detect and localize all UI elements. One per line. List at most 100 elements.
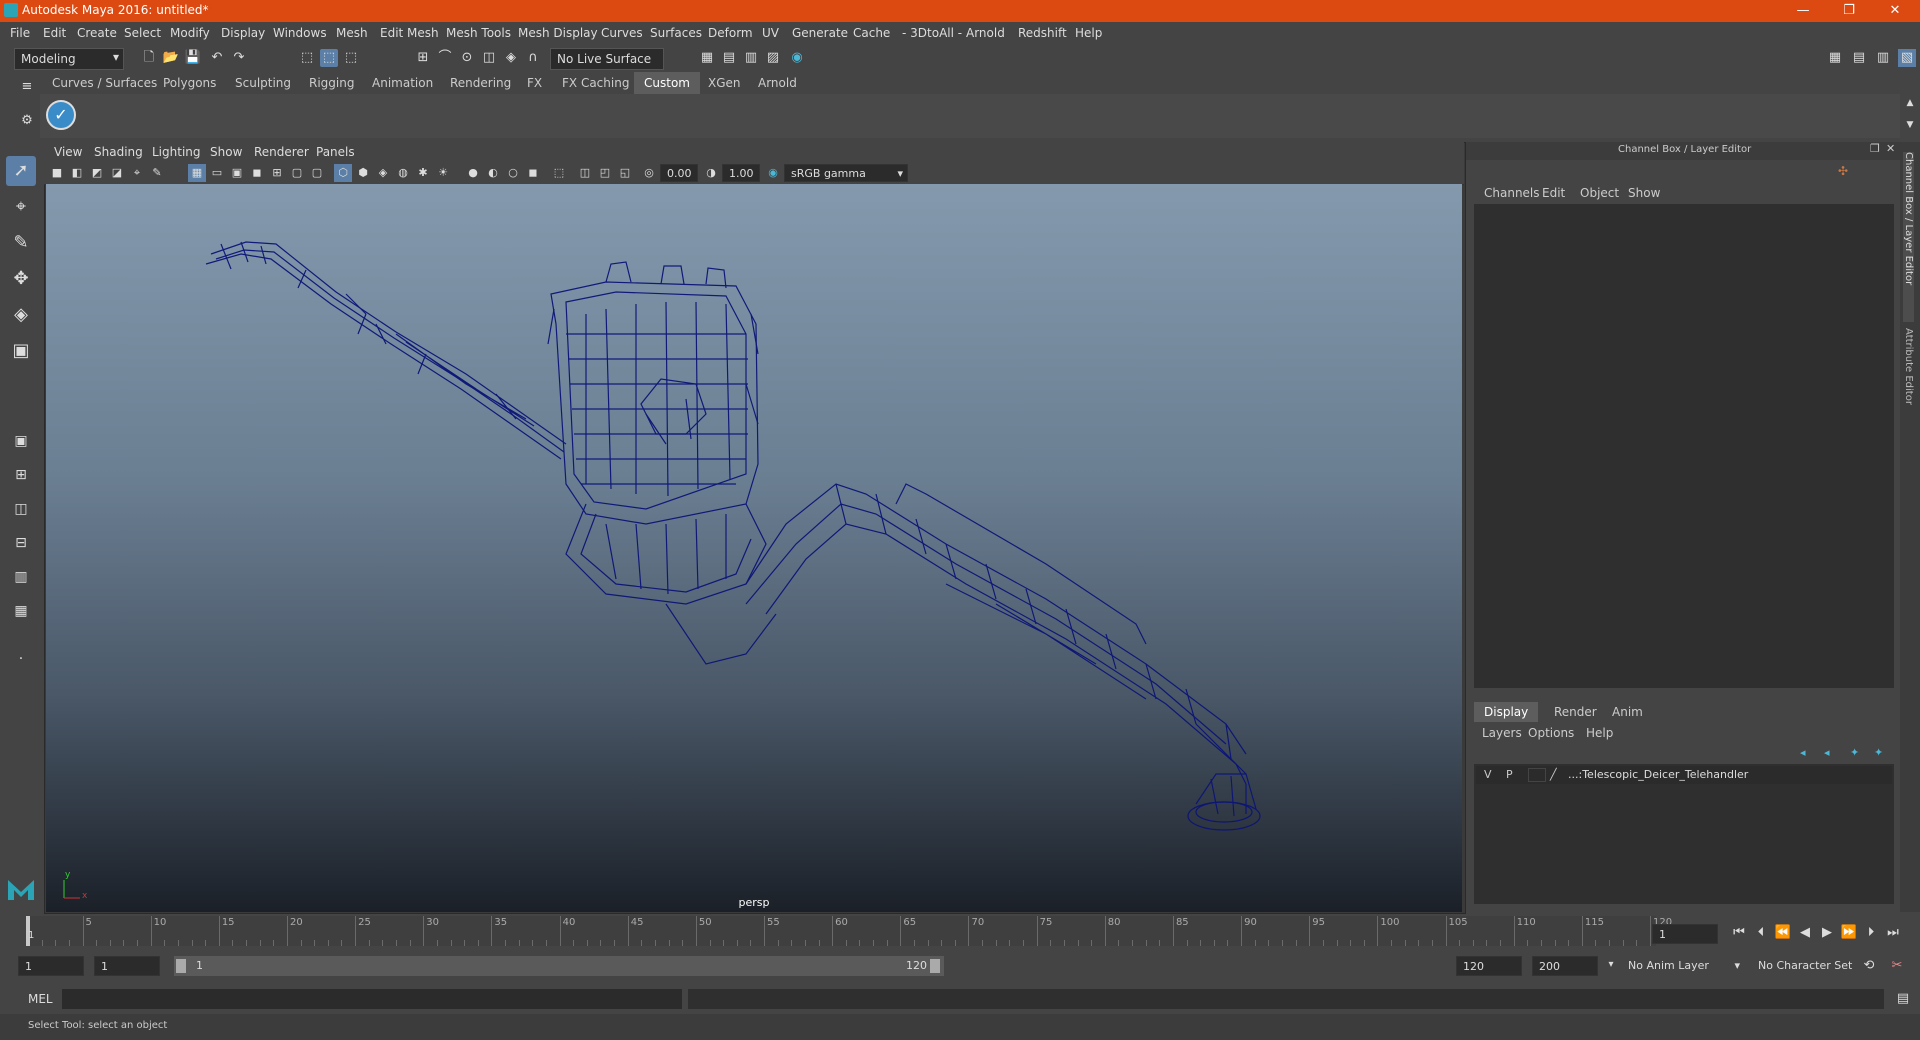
motion-blur-icon[interactable]: ◐ <box>484 164 502 182</box>
render-frame-icon[interactable]: ▤ <box>720 49 738 67</box>
layout-options-icon[interactable]: · <box>6 644 36 674</box>
step-back-key-icon[interactable]: ⏪ <box>1774 924 1792 942</box>
tab-fx-caching[interactable]: FX Caching <box>552 72 639 94</box>
layer-display-type[interactable] <box>1528 768 1546 782</box>
menu-display[interactable]: Display <box>221 26 265 40</box>
go-to-start-icon[interactable]: ⏮ <box>1730 924 1748 942</box>
layer-playback-toggle[interactable]: P <box>1506 768 1513 781</box>
menu-modify[interactable]: Modify <box>170 26 210 40</box>
step-back-icon[interactable]: ⏴ <box>1752 924 1770 942</box>
camera-select-icon[interactable]: ■ <box>48 164 66 182</box>
menu-mesh[interactable]: Mesh <box>336 26 368 40</box>
tab-rendering[interactable]: Rendering <box>440 72 521 94</box>
tab-arnold[interactable]: Arnold <box>748 72 807 94</box>
bookmark-icon[interactable]: ◩ <box>88 164 106 182</box>
select-component-icon[interactable]: ⬚ <box>342 49 360 67</box>
shadows-icon[interactable]: ☀ <box>434 164 452 182</box>
save-scene-icon[interactable]: 💾 <box>184 49 202 67</box>
vp-menu-view[interactable]: View <box>54 145 82 159</box>
layer-name[interactable]: ...:Telescopic_Deicer_Telehandler <box>1568 768 1748 781</box>
layer-row[interactable]: V P ╱ ...:Telescopic_Deicer_Telehandler <box>1476 766 1892 784</box>
anim-start-field[interactable]: 1 <box>18 956 84 976</box>
go-to-end-icon[interactable]: ⏭ <box>1884 924 1902 942</box>
new-empty-layer-icon[interactable]: ✦ <box>1850 746 1859 759</box>
vp-menu-lighting[interactable]: Lighting <box>152 145 201 159</box>
vp-menu-panels[interactable]: Panels <box>316 145 355 159</box>
tab-animation[interactable]: Animation <box>362 72 443 94</box>
anim-end-field[interactable]: 200 <box>1532 956 1598 976</box>
hypershade-layout-icon[interactable]: ▦ <box>6 596 36 626</box>
playback-end-field[interactable]: 120 <box>1456 956 1522 976</box>
smooth-shade-icon[interactable]: ⬢ <box>354 164 372 182</box>
xray-components-icon[interactable]: ◱ <box>616 164 634 182</box>
menu-create[interactable]: Create <box>77 26 117 40</box>
chevron-down-icon[interactable]: ▾ <box>1602 956 1620 974</box>
play-backwards-icon[interactable]: ◀ <box>1796 924 1814 942</box>
depth-of-field-icon[interactable]: ◼ <box>524 164 542 182</box>
undo-icon[interactable]: ↶ <box>208 49 226 67</box>
layer-menu-help[interactable]: Help <box>1586 726 1613 740</box>
menu-arnold[interactable]: Arnold <box>966 26 1005 40</box>
layer-menu-options[interactable]: Options <box>1528 726 1574 740</box>
snap-magnet-icon[interactable]: ∩ <box>524 49 542 67</box>
time-ruler[interactable]: 5 10 15 20 25 30 35 40 45 50 55 60 65 70 75 80 85 90 95 100… <box>26 916 1672 946</box>
channel-manip-icon[interactable]: ✣ <box>1838 164 1848 178</box>
close-button[interactable]: ✕ <box>1872 0 1918 22</box>
menu-windows[interactable]: Windows <box>273 26 327 40</box>
minimize-button[interactable]: — <box>1780 0 1826 22</box>
isolate-select-icon[interactable]: ⬚ <box>550 164 568 182</box>
wireframe-on-shaded-icon[interactable]: ◈ <box>374 164 392 182</box>
menu-select[interactable]: Select <box>124 26 161 40</box>
snap-surface-icon[interactable]: ◈ <box>502 49 520 67</box>
field-chart-icon[interactable]: ⊞ <box>268 164 286 182</box>
image-plane-icon[interactable]: ◪ <box>108 164 126 182</box>
float-panel-icon[interactable]: ❐ <box>1870 142 1880 155</box>
ipr-render-icon[interactable]: ▥ <box>742 49 760 67</box>
layer-color-swatch[interactable]: ╱ <box>1550 768 1564 781</box>
move-tool-icon[interactable]: ✥ <box>6 264 36 294</box>
screen-space-ao-icon[interactable]: ● <box>464 164 482 182</box>
character-set-dropdown[interactable]: No Character Set <box>1752 956 1872 976</box>
camera-attributes-icon[interactable]: ◧ <box>68 164 86 182</box>
layer-menu-layers[interactable]: Layers <box>1482 726 1522 740</box>
exposure-field[interactable]: 0.00 <box>660 164 698 182</box>
layer-tab-anim[interactable]: Anim <box>1602 702 1653 722</box>
range-start-handle[interactable] <box>176 959 186 973</box>
anim-layer-dropdown[interactable]: No Anim Layer ▾ <box>1622 956 1742 976</box>
menu-curves[interactable]: Curves <box>601 26 643 40</box>
layout-icon[interactable]: ▤ <box>1850 49 1868 67</box>
use-all-lights-icon[interactable]: ✱ <box>414 164 432 182</box>
persp-outliner-layout-icon[interactable]: ▥ <box>6 562 36 592</box>
persp-graph-layout-icon[interactable]: ⊟ <box>6 528 36 558</box>
menu-3dtoall[interactable]: - 3DtoAll - <box>902 26 962 40</box>
vp-menu-renderer[interactable]: Renderer <box>254 145 309 159</box>
wireframe-icon[interactable]: ⬡ <box>334 164 352 182</box>
cb-menu-object[interactable]: Object <box>1580 186 1619 200</box>
grid-toggle-icon[interactable]: ▦ <box>188 164 206 182</box>
select-hierarchy-icon[interactable]: ⬚ <box>298 49 316 67</box>
command-input[interactable] <box>62 989 682 1009</box>
maximize-button[interactable]: ❐ <box>1826 0 1872 22</box>
single-view-layout-icon[interactable]: ▣ <box>6 426 36 456</box>
cb-menu-channels[interactable]: Channels <box>1484 186 1540 200</box>
gamma-field[interactable]: 1.00 <box>722 164 760 182</box>
scroll-down-icon[interactable]: ▼ <box>1901 116 1919 134</box>
anti-aliasing-icon[interactable]: ○ <box>504 164 522 182</box>
select-tool-icon[interactable]: ➚ <box>6 156 36 186</box>
rotate-tool-icon[interactable]: ◈ <box>6 300 36 330</box>
channel-box-toggle-icon[interactable]: ▧ <box>1898 49 1916 67</box>
gate-mask-icon[interactable]: ◼ <box>248 164 266 182</box>
new-scene-icon[interactable]: 🗋 <box>140 49 158 67</box>
color-space-dropdown[interactable]: sRGB gamma ▾ <box>784 164 908 182</box>
channel-box-side-tab[interactable]: Channel Box / Layer Editor <box>1903 152 1914 322</box>
shelf-menu-icon[interactable]: ≡ <box>18 78 36 96</box>
checkmark-shelf-icon[interactable]: ✓ <box>46 100 76 130</box>
render-view-icon[interactable]: ▨ <box>764 49 782 67</box>
menu-edit[interactable]: Edit <box>43 26 66 40</box>
tab-xgen[interactable]: XGen <box>698 72 751 94</box>
paint-select-icon[interactable]: ✎ <box>6 228 36 258</box>
scroll-up-icon[interactable]: ▲ <box>1901 94 1919 112</box>
playback-start-field[interactable]: 1 <box>94 956 160 976</box>
shelf-scroll[interactable]: ▲ ▼ <box>1900 94 1920 138</box>
play-forwards-icon[interactable]: ▶ <box>1818 924 1836 942</box>
